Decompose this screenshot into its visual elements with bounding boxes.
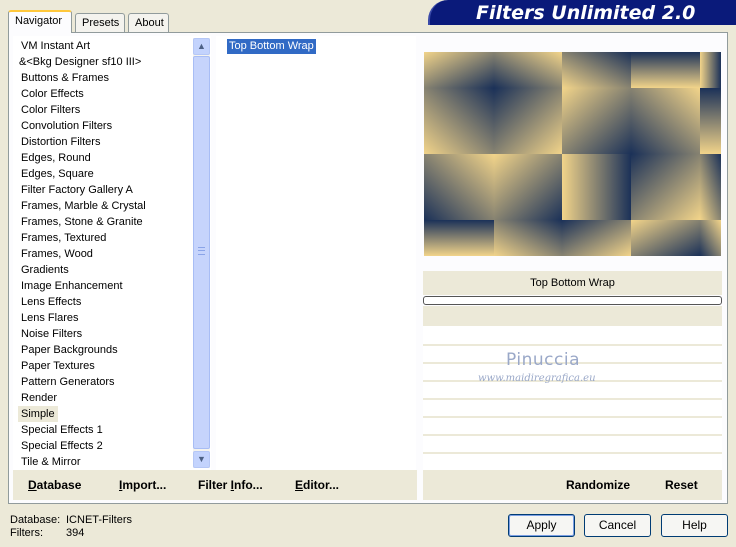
category-item[interactable]: Paper Backgrounds: [18, 342, 121, 358]
category-item[interactable]: Frames, Stone & Granite: [18, 214, 146, 230]
database-label: Database:: [10, 514, 61, 526]
database-button-mnemonic: D: [28, 478, 37, 492]
category-item[interactable]: Filter Factory Gallery A: [18, 182, 136, 198]
tab-about[interactable]: About: [128, 13, 169, 32]
category-item[interactable]: Frames, Textured: [18, 230, 109, 246]
filter-info-button[interactable]: Filter Info...: [198, 477, 263, 493]
category-item[interactable]: Edges, Round: [18, 150, 94, 166]
parameter-header: [423, 306, 722, 326]
tab-navigator[interactable]: Navigator: [8, 10, 72, 33]
preview-image: [424, 52, 721, 256]
filter-item-selected[interactable]: Top Bottom Wrap: [227, 39, 316, 54]
filter-info-button-prefix: Filter: [198, 478, 231, 492]
import-button-label: mport...: [122, 478, 167, 492]
progress-bar: [423, 296, 722, 305]
slot-divider: [423, 434, 722, 436]
parameter-slots: [423, 326, 722, 470]
category-item[interactable]: Tile & Mirror: [18, 454, 83, 470]
category-item[interactable]: Lens Flares: [18, 310, 81, 326]
category-item[interactable]: VM Instant Art: [18, 38, 93, 54]
category-item[interactable]: Special Effects 1: [18, 422, 106, 438]
help-button[interactable]: Help: [661, 514, 728, 537]
category-item[interactable]: Gradients: [18, 262, 72, 278]
category-item[interactable]: Lens Effects: [18, 294, 84, 310]
category-item[interactable]: Edges, Square: [18, 166, 97, 182]
category-item[interactable]: Frames, Wood: [18, 246, 96, 262]
preview-pattern: [424, 52, 721, 256]
category-scrollbar[interactable]: ▲ ▼: [193, 38, 210, 468]
editor-button-label: ditor...: [303, 478, 340, 492]
category-item[interactable]: Image Enhancement: [18, 278, 126, 294]
editor-button[interactable]: Editor...: [295, 477, 339, 493]
category-item[interactable]: Noise Filters: [18, 326, 85, 342]
category-item[interactable]: Convolution Filters: [18, 118, 115, 134]
category-list[interactable]: VM Instant Art &<Bkg Designer sf10 III> …: [13, 36, 211, 470]
apply-button[interactable]: Apply: [508, 514, 575, 537]
database-value: ICNET-Filters: [66, 514, 132, 526]
category-item[interactable]: Paper Textures: [18, 358, 98, 374]
filters-count-value: 394: [66, 527, 85, 539]
tab-about-label: About: [135, 17, 164, 29]
category-item[interactable]: Color Filters: [18, 102, 83, 118]
category-item[interactable]: Pattern Generators: [18, 374, 118, 390]
category-item[interactable]: Frames, Marble & Crystal: [18, 198, 149, 214]
cancel-button[interactable]: Cancel: [584, 514, 651, 537]
filter-list[interactable]: Top Bottom Wrap: [216, 36, 416, 470]
scroll-thumb[interactable]: [193, 56, 210, 449]
editor-button-mnemonic: E: [295, 478, 304, 492]
reset-button[interactable]: Reset: [665, 477, 698, 493]
category-item[interactable]: Distortion Filters: [18, 134, 103, 150]
slot-divider: [423, 416, 722, 418]
slot-divider: [423, 344, 722, 346]
tab-presets[interactable]: Presets: [75, 13, 125, 32]
slot-divider: [423, 398, 722, 400]
import-button[interactable]: Import...: [119, 477, 166, 493]
category-item[interactable]: Special Effects 2: [18, 438, 106, 454]
scroll-down-button[interactable]: ▼: [193, 451, 210, 468]
tab-navigator-label: Navigator: [15, 15, 63, 27]
tab-presets-label: Presets: [82, 17, 120, 29]
category-item[interactable]: Buttons & Frames: [18, 70, 112, 86]
category-item[interactable]: Color Effects: [18, 86, 87, 102]
slot-divider: [423, 452, 722, 454]
watermark-name: Pinuccia: [506, 350, 580, 370]
scroll-up-button[interactable]: ▲: [193, 38, 210, 55]
category-item-selected[interactable]: Simple: [18, 406, 58, 422]
category-item[interactable]: &<Bkg Designer sf10 III>: [16, 54, 144, 70]
app-title: Filters Unlimited 2.0: [476, 2, 696, 24]
filter-info-button-label: nfo...: [234, 478, 263, 492]
grip-icon: [198, 247, 205, 255]
randomize-button[interactable]: Randomize: [566, 477, 630, 493]
database-button-label: atabase: [36, 478, 82, 492]
current-filter-name: Top Bottom Wrap: [423, 271, 722, 295]
category-item[interactable]: Render: [18, 390, 60, 406]
watermark-url: www.maidiregrafica.eu: [478, 373, 596, 384]
database-button[interactable]: Database: [28, 477, 81, 493]
filters-count-label: Filters:: [10, 527, 43, 539]
